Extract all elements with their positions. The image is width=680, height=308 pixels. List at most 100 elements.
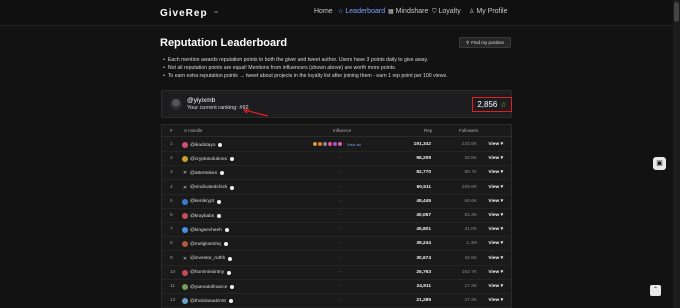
table-row: 8 @melglosmhq - 39,244 1.3M View ▾ — [162, 237, 511, 252]
verified-icon — [224, 228, 229, 233]
scrollbar-thumb[interactable] — [674, 2, 679, 22]
brand-logo[interactable]: GiveRep — [160, 8, 208, 19]
row-followers: 209.6K — [461, 184, 477, 190]
nav-my-profile[interactable]: ♙ My Profile — [469, 8, 508, 15]
influencer-avatar — [337, 141, 343, 147]
side-action-button[interactable]: ▣ — [653, 157, 666, 170]
page-scrollbar[interactable] — [673, 0, 680, 308]
view-profile-button[interactable]: View ▾ — [488, 199, 503, 204]
handle-text[interactable]: @investor_ruthh — [190, 256, 225, 261]
verified-icon — [220, 171, 225, 176]
row-handle[interactable]: @kraybabs — [182, 213, 222, 219]
view-label: View — [488, 269, 500, 275]
nav-mindshare-label: Mindshare — [395, 8, 429, 15]
view-profile-button[interactable]: View ▾ — [488, 213, 503, 218]
view-label: View — [488, 170, 500, 176]
handle-text[interactable]: @kingsecheeh — [190, 228, 222, 233]
handle-text[interactable]: @kenikrypt — [190, 199, 214, 204]
handle-text[interactable]: @yaenatofinance — [190, 285, 227, 290]
view-profile-button[interactable]: View ▾ — [488, 241, 503, 246]
row-handle[interactable]: @ikadotayo — [182, 142, 223, 148]
view-all-link[interactable]: View all — [347, 142, 361, 147]
chevron-down-icon: ▾ — [500, 269, 503, 275]
row-handle[interactable]: @kenikrypt — [182, 198, 222, 205]
view-profile-button[interactable]: View ▾ — [488, 227, 503, 232]
row-handle[interactable]: @kingsecheeh — [182, 227, 229, 234]
avatar — [182, 284, 188, 290]
view-profile-button[interactable]: View ▾ — [488, 270, 503, 275]
row-followers: 66.6K — [464, 198, 477, 204]
x-logo-icon: ✕ — [182, 255, 188, 262]
view-label: View — [488, 213, 500, 218]
view-profile-button[interactable]: View ▾ — [488, 170, 503, 175]
row-handle[interactable]: @hominimiintny — [182, 269, 232, 276]
star-icon: ☆ — [338, 9, 344, 15]
view-label: View — [488, 198, 500, 204]
row-rep: 40,067 — [416, 213, 431, 218]
row-handle[interactable]: @melglosmhq — [182, 241, 228, 248]
nav-leaderboard[interactable]: ☆ Leaderboard — [338, 8, 385, 15]
view-profile-button[interactable]: View ▾ — [488, 142, 503, 147]
table-row: 10 @hominimiintny - 25,763 182.7K View ▾ — [162, 266, 511, 280]
row-handle[interactable]: @cryptosolutions — [182, 156, 234, 163]
view-label: View — [488, 184, 500, 190]
nav-loyalty[interactable]: ⛉ Loyalty — [432, 8, 461, 16]
view-profile-button[interactable]: View ▾ — [488, 298, 503, 303]
row-rank: 3 — [170, 170, 173, 176]
row-rank: 6 — [170, 213, 173, 218]
influence-value: - — [340, 269, 342, 275]
handle-text[interactable]: @ikadotayo — [190, 143, 215, 148]
row-followers: 33.5K — [464, 156, 477, 162]
row-rep: 60,511 — [416, 184, 431, 190]
view-profile-button[interactable]: View ▾ — [488, 185, 503, 190]
row-handle[interactable]: ✕ @attentoken — [182, 170, 225, 176]
table-header: # X Handle Influence Rep Followers — [162, 125, 511, 137]
handle-text[interactable]: @vindicatedchick — [190, 185, 227, 190]
row-handle[interactable]: ✕ @vindicatedchick — [182, 185, 235, 191]
row-handle[interactable]: @yaenatofinance — [182, 284, 235, 290]
chevron-down-icon: ▾ — [500, 298, 503, 304]
handle-text[interactable]: @hominimiintny — [190, 270, 224, 275]
handle-text[interactable]: @cryptosolutions — [190, 157, 227, 162]
verified-icon — [223, 242, 228, 247]
row-rank: 8 — [170, 241, 173, 247]
influence-value: - — [340, 255, 342, 261]
nav-home[interactable]: Home — [314, 8, 333, 15]
person-icon: ⚲ — [465, 39, 470, 45]
row-rep: 45,801 — [416, 227, 431, 233]
row-followers: 89.7K — [464, 170, 477, 176]
nav-leaderboard-label: Leaderboard — [345, 8, 386, 15]
find-my-position-button[interactable]: ⚲ Find my position — [459, 37, 511, 48]
influence-value: - — [340, 184, 342, 190]
handle-text[interactable]: @attentoken — [190, 171, 217, 176]
row-handle[interactable]: ✕ @investor_ruthh — [182, 255, 233, 262]
annotation-arrow — [243, 109, 269, 117]
scroll-to-top-button[interactable]: ⌃ — [650, 285, 661, 296]
handle-text[interactable]: @tholvianadzm8 — [190, 299, 226, 304]
view-profile-button[interactable]: View ▾ — [488, 156, 503, 161]
table-row: 12 @tholvianadzm8 - 21,289 47.2K View ▾ — [162, 294, 511, 308]
chevron-down-icon: ▾ — [500, 213, 503, 218]
row-rank: 10 — [170, 269, 176, 275]
chevron-down-icon: ▾ — [500, 170, 503, 176]
row-followers: 47.2K — [464, 298, 477, 304]
handle-text[interactable]: @melglosmhq — [190, 242, 221, 247]
influence-value: - — [340, 170, 342, 176]
view-profile-button[interactable]: View ▾ — [488, 256, 503, 261]
table-row: 6 @kraybabs - 40,067 84.3K View ▾ — [162, 209, 511, 223]
user-handle[interactable]: @yiyixmb — [187, 97, 215, 104]
handle-text[interactable]: @kraybabs — [190, 214, 214, 219]
chevron-down-icon: ▾ — [500, 284, 503, 289]
avatar — [182, 269, 188, 276]
row-rank: 1 — [170, 142, 173, 147]
info-item: To earn extra reputation points → tweet … — [163, 72, 523, 80]
avatar — [182, 213, 188, 219]
view-profile-button[interactable]: View ▾ — [488, 284, 503, 289]
avatar — [182, 298, 188, 305]
verified-icon — [217, 199, 222, 204]
nav-mindshare[interactable]: ▦ Mindshare — [388, 8, 428, 15]
row-handle[interactable]: @tholvianadzm8 — [182, 298, 233, 305]
info-item: Each mention awards reputation points to… — [163, 56, 523, 64]
info-list: Each mention awards reputation points to… — [163, 56, 523, 80]
chevron-down-icon: ▾ — [500, 156, 503, 162]
